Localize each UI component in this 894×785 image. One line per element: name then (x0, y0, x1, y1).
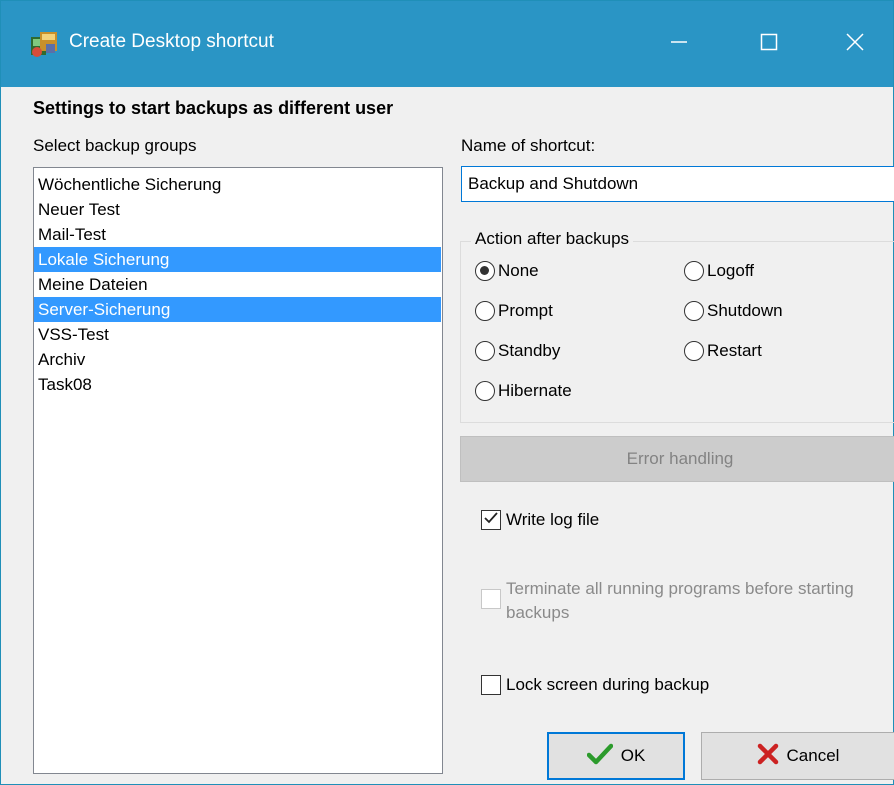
list-item[interactable]: VSS-Test (34, 322, 441, 347)
radio-button[interactable] (684, 261, 704, 281)
write-log-label: Write log file (506, 510, 600, 529)
radio-label: Prompt (498, 301, 553, 320)
radio-button-checked[interactable] (475, 261, 495, 281)
backup-groups-label: Select backup groups (33, 136, 197, 155)
minimize-icon (669, 32, 689, 57)
lock-screen-option[interactable]: Lock screen during backup (481, 675, 709, 695)
dialog-window: Create Desktop shortcut Settings to star… (0, 0, 894, 785)
checkmark-icon (586, 743, 613, 770)
radio-logoff[interactable]: Logoff (684, 261, 754, 281)
list-item[interactable]: Archiv (34, 347, 441, 372)
shortcut-name-label: Name of shortcut: (461, 136, 596, 155)
list-item[interactable]: Wöchentliche Sicherung (34, 172, 441, 197)
radio-button[interactable] (475, 341, 495, 361)
radio-label: Logoff (707, 261, 754, 280)
ok-button[interactable]: OK (547, 732, 685, 780)
action-after-backups-legend: Action after backups (471, 229, 634, 249)
radio-prompt[interactable]: Prompt (475, 301, 553, 321)
checkmark-icon (483, 510, 499, 531)
terminate-programs-label: Terminate all running programs before st… (506, 579, 854, 622)
cancel-label: Cancel (786, 746, 840, 765)
radio-button[interactable] (684, 341, 704, 361)
list-item[interactable]: Task08 (34, 372, 441, 397)
maximize-icon (759, 32, 779, 57)
list-item[interactable]: Lokale Sicherung (34, 247, 441, 272)
terminate-programs-checkbox[interactable] (481, 589, 501, 609)
lock-screen-checkbox[interactable] (481, 675, 501, 695)
radio-label: Hibernate (498, 381, 572, 400)
radio-shutdown[interactable]: Shutdown (684, 301, 783, 321)
shortcut-app-icon (29, 30, 59, 60)
radio-button[interactable] (684, 301, 704, 321)
radio-standby[interactable]: Standby (475, 341, 560, 361)
maximize-button[interactable] (731, 1, 807, 87)
terminate-programs-option[interactable]: Terminate all running programs before st… (481, 577, 886, 625)
list-item[interactable]: Mail-Test (34, 222, 441, 247)
radio-label: None (498, 261, 539, 280)
list-item[interactable]: Server-Sicherung (34, 297, 441, 322)
radio-button[interactable] (475, 381, 495, 401)
error-handling-button[interactable]: Error handling (460, 436, 894, 482)
backup-groups-list[interactable]: Wöchentliche Sicherung Neuer Test Mail-T… (33, 167, 443, 774)
list-item[interactable]: Neuer Test (34, 197, 441, 222)
radio-button[interactable] (475, 301, 495, 321)
x-mark-icon (757, 743, 779, 770)
radio-label: Shutdown (707, 301, 783, 320)
window-title: Create Desktop shortcut (69, 31, 274, 52)
radio-restart[interactable]: Restart (684, 341, 762, 361)
cancel-button[interactable]: Cancel (701, 732, 894, 780)
lock-screen-label: Lock screen during backup (506, 675, 710, 694)
minimize-button[interactable] (641, 1, 717, 87)
radio-label: Standby (498, 341, 561, 360)
close-button[interactable] (817, 1, 893, 87)
write-log-checkbox[interactable] (481, 510, 501, 530)
radio-hibernate[interactable]: Hibernate (475, 381, 572, 401)
radio-label: Restart (707, 341, 762, 360)
shortcut-name-input[interactable] (461, 166, 894, 202)
close-icon (845, 32, 865, 57)
dialog-heading: Settings to start backups as different u… (33, 98, 394, 118)
radio-none[interactable]: None (475, 261, 539, 281)
list-item[interactable]: Meine Dateien (34, 272, 441, 297)
title-bar[interactable]: Create Desktop shortcut (1, 1, 893, 87)
write-log-option[interactable]: Write log file (481, 510, 599, 530)
ok-label: OK (620, 746, 646, 765)
